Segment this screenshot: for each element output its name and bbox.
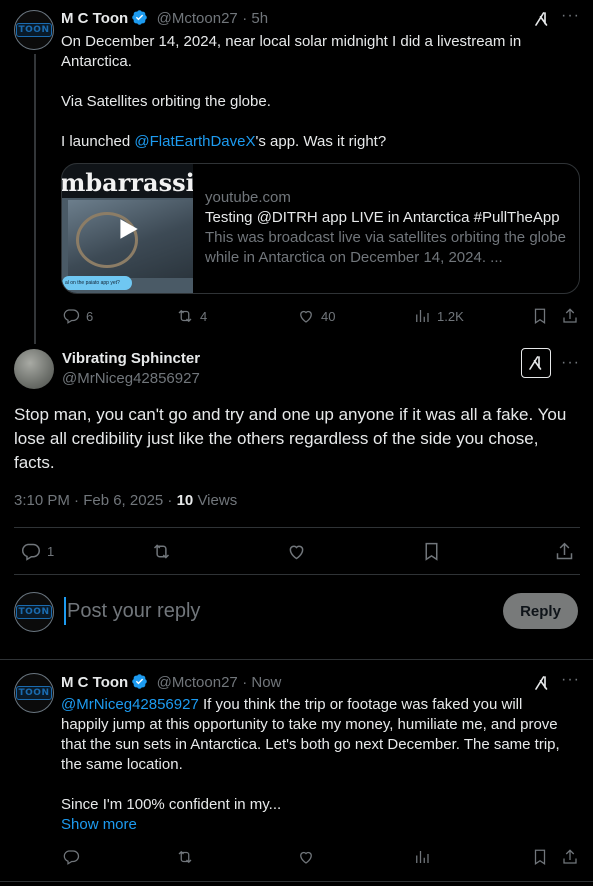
more-icon[interactable]: ··· (561, 671, 580, 689)
play-icon[interactable] (115, 216, 141, 242)
post-line: Via Satellites orbiting the globe. (61, 93, 271, 110)
like-icon (300, 851, 312, 864)
video-thumbnail[interactable]: mbarrassin al on the paiato app yet? (62, 164, 193, 293)
post-header: M C Toon @Mctoon27 · 5h (61, 9, 268, 28)
like-icon (289, 545, 304, 560)
grok-icon[interactable] (533, 674, 551, 692)
reply-count: 1 (47, 544, 55, 559)
bookmark-icon (534, 849, 546, 865)
share-icon (556, 542, 573, 560)
post-line: I launched @FlatEarthDaveX's app. Was it… (61, 133, 387, 150)
repost-count: 4 (200, 308, 208, 324)
bookmark-button[interactable] (421, 541, 442, 562)
mention-link[interactable]: @MrNiceg42856927 (61, 696, 199, 713)
mention-link[interactable]: @FlatEarthDaveX (134, 133, 255, 150)
like-button[interactable] (297, 848, 315, 866)
share-button[interactable] (561, 848, 579, 866)
post-header: M C Toon @Mctoon27 · Now (61, 673, 281, 692)
reply-icon (63, 309, 80, 324)
bookmark-icon (534, 308, 546, 324)
thumbnail-headline: mbarrassin (62, 168, 193, 197)
reply-count: 6 (86, 308, 94, 324)
reply-submit-button[interactable]: Reply (503, 593, 578, 629)
like-button[interactable] (286, 541, 307, 562)
share-button[interactable] (554, 541, 575, 562)
author-handle[interactable]: @MrNiceg42856927 (62, 369, 200, 389)
like-button[interactable]: 40 (297, 307, 335, 325)
post-time[interactable]: · Now (242, 674, 281, 691)
card-title: Testing @DITRH app LIVE in Antarctica #P… (205, 209, 560, 226)
card-details: youtube.com Testing @DITRH app LIVE in A… (205, 188, 573, 268)
grok-button[interactable] (521, 348, 551, 378)
verified-badge-icon (132, 10, 147, 25)
views-icon (416, 851, 429, 863)
repost-button[interactable]: 4 (176, 307, 207, 325)
post-timestamp: 3:10 PM · Feb 6, 2025 · 10 Views (14, 492, 238, 509)
post-header: Vibrating Sphincter @MrNiceg42856927 (62, 349, 200, 389)
author-name[interactable]: M C Toon (61, 674, 128, 691)
author-handle[interactable]: @Mctoon27 (157, 10, 238, 27)
share-icon (563, 849, 577, 864)
views-button[interactable] (413, 848, 431, 866)
grok-icon[interactable] (533, 10, 551, 28)
post-text: Stop man, you can't go and try and one u… (14, 405, 567, 472)
link-card[interactable]: mbarrassin al on the paiato app yet? you… (61, 163, 580, 294)
reply-button[interactable]: 6 (62, 307, 93, 325)
divider (14, 574, 580, 575)
author-name[interactable]: M C Toon (61, 10, 128, 27)
thread-line (34, 54, 36, 344)
repost-icon (178, 309, 192, 323)
thumbnail-caption: al on the paiato app yet? (62, 276, 132, 290)
divider (14, 527, 580, 528)
views-count: 1.2K (437, 308, 464, 324)
repost-button[interactable] (176, 848, 194, 866)
reply-button[interactable] (62, 848, 80, 866)
bookmark-button[interactable] (531, 848, 549, 866)
post-text: @MrNiceg42856927 If you think the trip o… (61, 695, 566, 835)
post-line: On December 14, 2024, near local solar m… (61, 33, 522, 70)
verified-badge-icon (132, 674, 147, 689)
avatar[interactable]: TOON (14, 10, 54, 50)
card-domain: youtube.com (205, 189, 291, 206)
reply-input[interactable]: Post your reply (64, 597, 200, 625)
like-count: 40 (321, 308, 336, 324)
more-icon[interactable]: ··· (561, 354, 580, 372)
show-more-link[interactable]: Show more (61, 815, 566, 835)
avatar[interactable]: TOON (14, 592, 54, 632)
reply-icon (63, 850, 80, 865)
avatar[interactable]: TOON (14, 673, 54, 713)
reply-button[interactable]: 1 (20, 541, 54, 562)
like-icon (300, 310, 312, 323)
bookmark-icon (425, 542, 438, 561)
post-time[interactable]: · 5h (242, 10, 268, 27)
grok-icon (529, 356, 542, 370)
repost-icon (153, 544, 170, 559)
repost-icon (178, 850, 192, 864)
post-line: Since I'm 100% confident in my... (61, 796, 282, 813)
author-handle[interactable]: @Mctoon27 (157, 674, 238, 691)
repost-button[interactable] (151, 541, 172, 562)
share-icon (563, 308, 577, 323)
card-description: This was broadcast live via satellites o… (205, 229, 567, 266)
share-button[interactable] (561, 307, 579, 325)
author-name[interactable]: Vibrating Sphincter (62, 349, 200, 369)
reply-icon (21, 543, 40, 561)
avatar[interactable] (14, 349, 54, 389)
views-icon (416, 310, 429, 322)
views-count: 10 (176, 492, 194, 509)
divider (0, 659, 593, 660)
views-button[interactable]: 1.2K (413, 307, 464, 325)
more-icon[interactable]: ··· (561, 7, 580, 25)
post-text: On December 14, 2024, near local solar m… (61, 32, 566, 152)
divider (0, 881, 593, 882)
post-line: @MrNiceg42856927 If you think the trip o… (61, 696, 560, 773)
bookmark-button[interactable] (531, 307, 549, 325)
